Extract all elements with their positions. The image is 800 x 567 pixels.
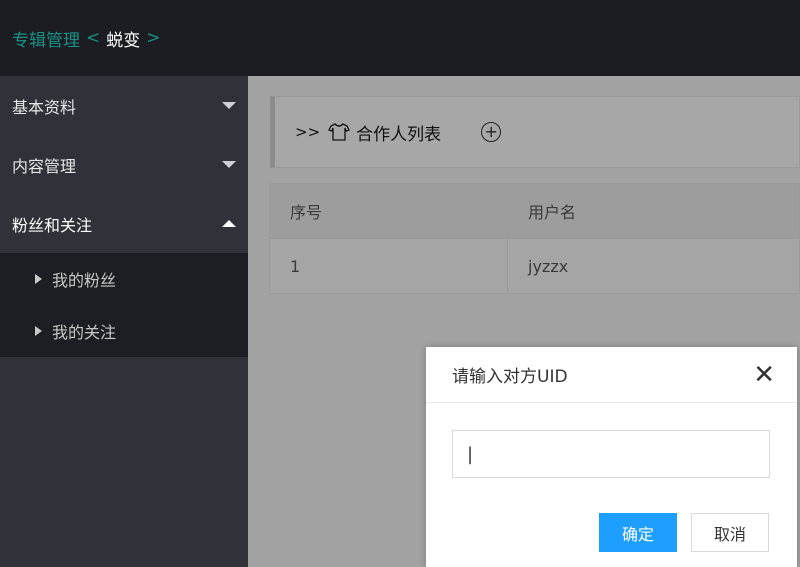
breadcrumb-separator-left: < xyxy=(86,28,101,48)
sidebar-subitem-label: 我的粉丝 xyxy=(52,271,117,290)
table-row[interactable]: 1 jyzzx xyxy=(269,238,800,294)
column-header-username: 用户名 xyxy=(507,183,800,239)
breadcrumb: 专辑管理 < 蜕变 > xyxy=(0,26,161,51)
cell-index: 1 xyxy=(269,238,508,294)
sidebar-item-fans-follows[interactable]: 粉丝和关注 xyxy=(0,194,248,253)
caret-right-icon xyxy=(35,326,42,336)
column-header-index: 序号 xyxy=(269,183,508,239)
sidebar-item-label: 内容管理 xyxy=(12,156,77,176)
close-icon[interactable]: ✕ xyxy=(753,362,775,388)
panel-header: >> 合作人列表 + xyxy=(270,96,800,168)
partner-table: 序号 用户名 1 jyzzx xyxy=(269,183,800,294)
breadcrumb-current: 蜕变 xyxy=(106,30,141,51)
dialog-header: 请输入对方UID ✕ xyxy=(426,347,797,403)
sidebar-submenu: 我的粉丝 我的关注 xyxy=(0,253,248,357)
uid-input-value: | xyxy=(467,443,474,465)
uid-input-dialog: 请输入对方UID ✕ | 确定 取消 xyxy=(426,347,797,567)
panel-arrows: >> xyxy=(295,123,321,141)
sidebar-subitem-my-fans[interactable]: 我的粉丝 xyxy=(0,253,248,305)
sidebar-item-basic-info[interactable]: 基本资料 xyxy=(0,76,248,135)
caret-right-icon xyxy=(35,274,42,284)
sidebar-item-content-management[interactable]: 内容管理 xyxy=(0,135,248,194)
shirt-icon xyxy=(328,123,351,141)
cell-username: jyzzx xyxy=(507,238,800,294)
caret-down-icon xyxy=(222,102,236,109)
cancel-button[interactable]: 取消 xyxy=(691,513,769,552)
sidebar: 基本资料 内容管理 粉丝和关注 我的粉丝 我的关注 xyxy=(0,76,248,567)
sidebar-subitem-my-follows[interactable]: 我的关注 xyxy=(0,305,248,357)
caret-up-icon xyxy=(222,220,236,227)
sidebar-subitem-label: 我的关注 xyxy=(52,323,117,342)
confirm-button[interactable]: 确定 xyxy=(599,513,677,552)
table-header-row: 序号 用户名 xyxy=(269,183,800,239)
caret-down-icon xyxy=(222,161,236,168)
top-bar: 专辑管理 < 蜕变 > xyxy=(0,0,800,76)
sidebar-item-label: 基本资料 xyxy=(12,97,77,117)
panel-title: 合作人列表 xyxy=(356,124,442,145)
uid-input[interactable]: | xyxy=(452,430,770,478)
breadcrumb-root[interactable]: 专辑管理 xyxy=(12,26,80,51)
breadcrumb-separator-right: > xyxy=(146,28,161,48)
dialog-title: 请输入对方UID xyxy=(452,367,568,387)
plus-circle-icon[interactable]: + xyxy=(481,122,502,142)
sidebar-item-label: 粉丝和关注 xyxy=(12,215,93,235)
